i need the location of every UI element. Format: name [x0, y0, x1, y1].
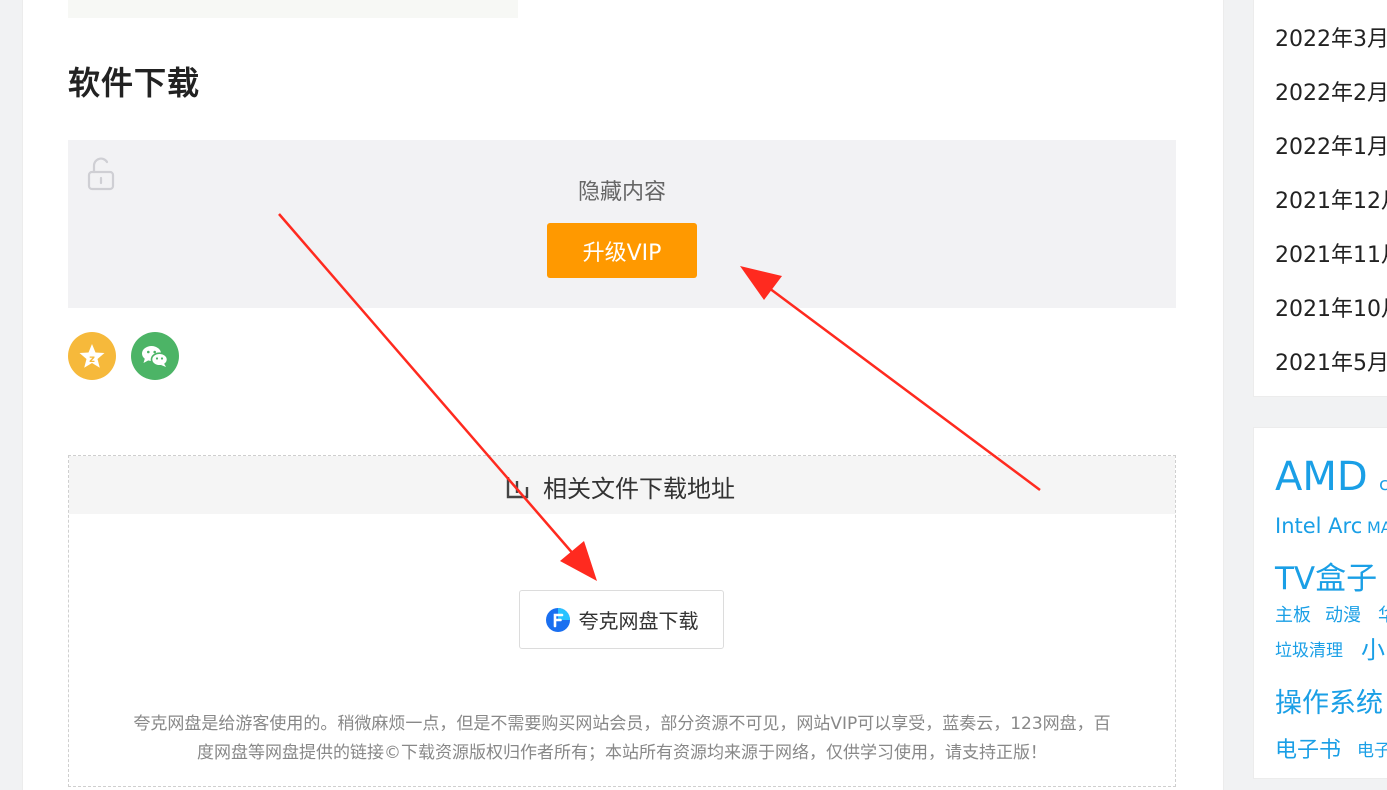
archive-link[interactable]: 2022年1月: [1275, 129, 1387, 161]
svg-text:z: z: [89, 354, 95, 365]
tag-link[interactable]: 电子书: [1275, 732, 1341, 764]
quark-download-button[interactable]: 夸克网盘下载: [519, 590, 724, 649]
hidden-content-title: 隐藏内容: [577, 180, 666, 205]
archive-link[interactable]: 2021年12月: [1275, 183, 1387, 215]
download-header: 相关文件下载地址: [69, 456, 1175, 514]
tag-link[interactable]: Intel Arc: [1275, 514, 1362, 538]
tag-link[interactable]: 小: [1361, 630, 1385, 665]
archive-link[interactable]: 2021年10月: [1275, 291, 1387, 323]
download-icon: [506, 476, 529, 498]
upgrade-vip-button[interactable]: 升级VIP: [547, 223, 697, 278]
archive-link[interactable]: 2021年11月: [1275, 237, 1387, 269]
tag-link[interactable]: 华: [1378, 601, 1387, 627]
section-title: 软件下载: [68, 64, 201, 102]
tag-link[interactable]: MA: [1367, 518, 1387, 537]
tag-link[interactable]: c: [1379, 474, 1387, 495]
tag-link[interactable]: 主板: [1275, 601, 1311, 627]
download-section-title: 相关文件下载地址: [543, 475, 735, 503]
quark-logo-icon: [545, 607, 570, 632]
hidden-content-box: 隐藏内容 升级VIP: [68, 140, 1176, 308]
download-box: 相关文件下载地址 夸克网盘下载 夸克网盘是给游客使用的。稍微麻烦一点，但是不需要…: [68, 455, 1176, 787]
archive-link[interactable]: 2021年5月: [1275, 345, 1387, 377]
download-notice: 夸克网盘是给游客使用的。稍微麻烦一点，但是不需要购买网站会员，部分资源不可见，网…: [99, 710, 1145, 768]
top-image-edge: [68, 0, 518, 18]
tag-link[interactable]: AMD: [1275, 454, 1368, 500]
archive-link[interactable]: 2022年3月: [1275, 21, 1387, 53]
tag-link[interactable]: 电子: [1357, 736, 1387, 761]
star-favorite-icon: z: [68, 332, 116, 380]
tag-link[interactable]: 动漫: [1325, 601, 1361, 627]
wechat-icon: [131, 332, 179, 380]
download-notice-line: 夸克网盘是给游客使用的。稍微麻烦一点，但是不需要购买网站会员，部分资源不可见，网…: [133, 714, 1111, 734]
wechat-share-button[interactable]: [131, 332, 179, 380]
tag-link[interactable]: 垃圾清理: [1275, 636, 1343, 661]
download-notice-line: 度网盘等网盘提供的链接©下载资源版权归作者所有；本站所有资源均来源于网络，仅供学…: [197, 743, 1047, 763]
tag-link[interactable]: 操作系统: [1275, 681, 1383, 720]
sidebar-archive-widget: 2022年3月 2022年2月 2022年1月 2021年12月 2021年11…: [1253, 0, 1387, 397]
archive-link[interactable]: 2022年2月: [1275, 75, 1387, 107]
favorite-button[interactable]: z: [68, 332, 116, 380]
quark-download-label: 夸克网盘下载: [578, 609, 699, 633]
sidebar-tag-cloud: AMD c Intel Arc MA TV盒子 主板 动漫 华 垃圾清理 小 操…: [1253, 427, 1387, 779]
tag-link[interactable]: TV盒子: [1275, 553, 1377, 598]
